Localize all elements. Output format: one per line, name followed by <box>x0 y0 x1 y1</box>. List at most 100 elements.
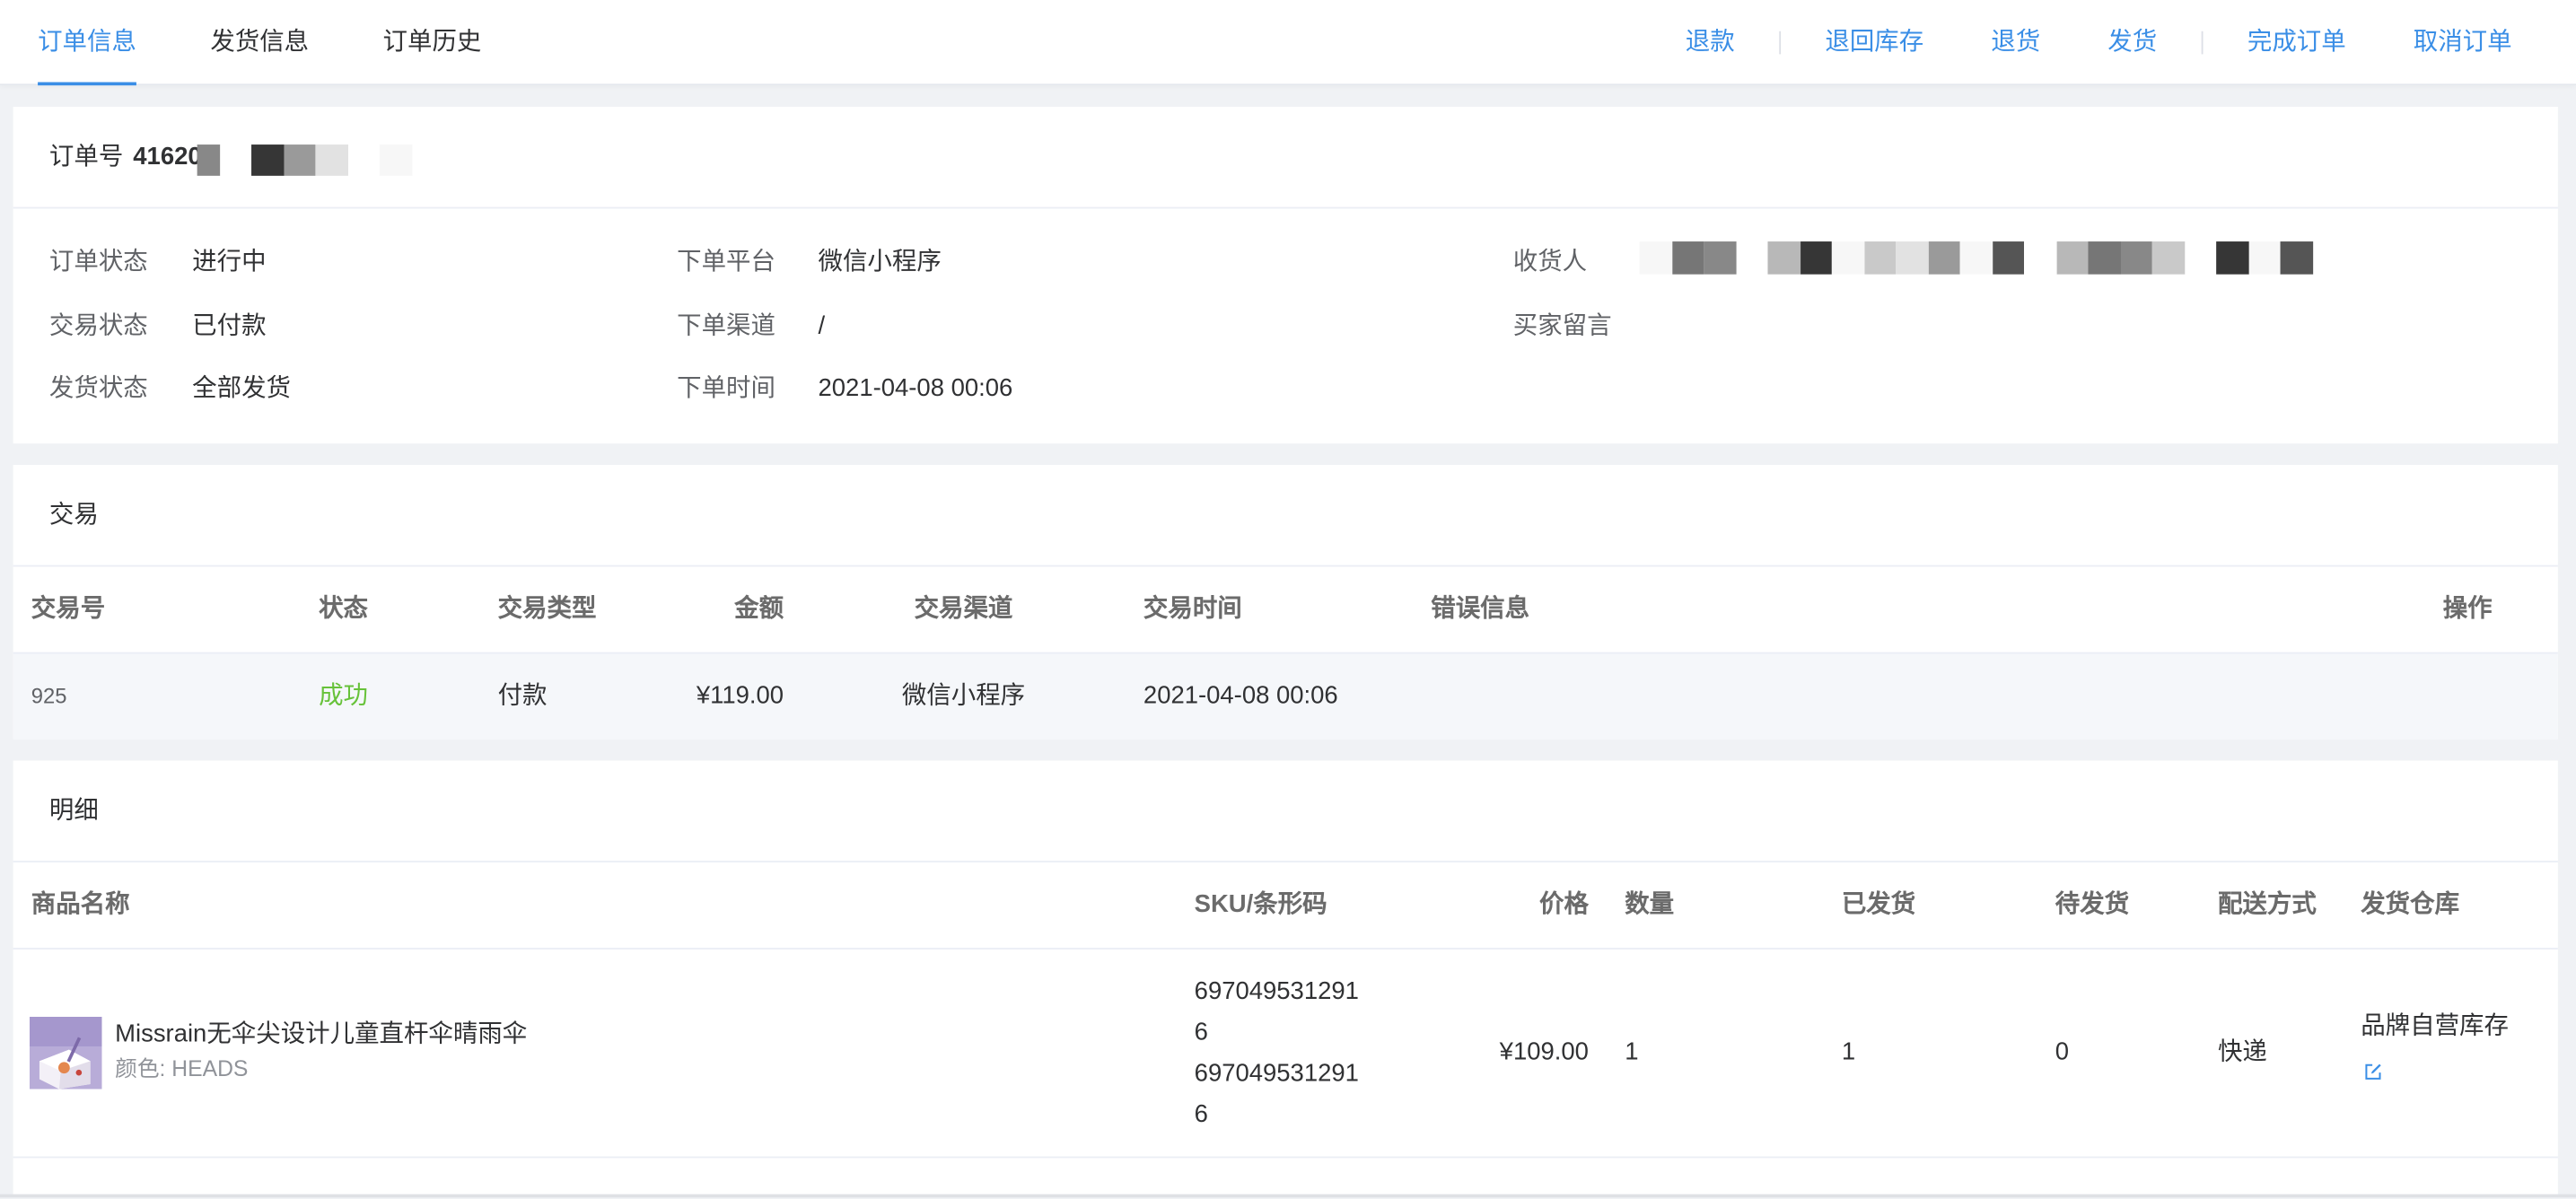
transaction-id: 925 <box>31 683 67 708</box>
product-spec: 颜色: HEADS <box>115 1055 249 1081</box>
receiver-redacted-mosaic <box>1639 241 2313 275</box>
column-header-time: 交易时间 <box>1143 594 1242 623</box>
tab-shipping-info[interactable]: 发货信息 <box>210 0 309 83</box>
mosaic-block <box>2247 241 2281 275</box>
mosaic-block <box>197 144 220 176</box>
order-time-label: 下单时间 <box>677 374 775 403</box>
mosaic-block <box>1800 241 1832 275</box>
mosaic-block <box>2055 241 2089 275</box>
tab-order-info[interactable]: 订单信息 <box>38 0 136 86</box>
order-time-row: 下单时间 2021-04-08 00:06 <box>677 358 1170 421</box>
shipping-status-value: 全部发货 <box>192 374 292 403</box>
order-number: 41620 <box>133 143 202 171</box>
order-channel-row: 下单渠道 / <box>677 295 1170 358</box>
order-status-column: 订单状态 进行中 交易状态 已付款 发货状态 全部发货 <box>49 232 542 421</box>
order-number-line: 订单号 41620 <box>49 107 202 207</box>
order-source-column: 下单平台 微信小程序 下单渠道 / 下单时间 2021-04-08 00:06 <box>677 232 1170 421</box>
details-header: 明细 <box>13 760 2558 862</box>
transaction-type: 付款 <box>497 681 548 710</box>
product-pending: 0 <box>2055 1037 2070 1066</box>
transaction-time: 2021-04-08 00:06 <box>1143 681 1338 710</box>
mosaic-block <box>2184 241 2217 275</box>
ship-button[interactable]: 发货 <box>2107 25 2157 58</box>
order-channel-value: / <box>818 311 826 339</box>
order-info-card: 订单号 41620 订单状态 进行中 交易状态 已付款 发货状态 全部发货 下单平… <box>13 106 2558 444</box>
status-badge: 成功 <box>319 681 369 710</box>
buyer-message-label: 买家留言 <box>1512 311 1612 339</box>
column-header-error: 错误信息 <box>1431 594 1530 623</box>
product-barcode: 6970495312916 <box>1194 1058 1359 1128</box>
column-header-delivery: 配送方式 <box>2217 890 2317 919</box>
column-header-status: 状态 <box>319 594 369 623</box>
mosaic-block <box>1959 241 1993 275</box>
column-header-pending: 待发货 <box>2055 890 2130 919</box>
receiver-row: 收货人 <box>1513 232 2335 294</box>
mosaic-block <box>1863 241 1897 275</box>
mosaic-block <box>219 144 252 176</box>
column-header-channel: 交易渠道 <box>914 594 1013 623</box>
product-shipped: 1 <box>1841 1037 1856 1066</box>
receiver-label: 收货人 <box>1512 248 1588 276</box>
transactions-title: 交易 <box>48 501 99 529</box>
order-actions: 退款 退回库存 退货 发货 完成订单 取消订单 <box>1686 0 2512 83</box>
cancel-order-button[interactable]: 取消订单 <box>2414 25 2512 58</box>
sku-barcode-cell: 6970495312916 6970495312916 <box>1195 970 1365 1134</box>
table-row: 925 成功 付款 ¥119.00 微信小程序 2021-04-08 00:06 <box>13 653 2558 740</box>
order-number-redacted-mosaic <box>197 144 412 176</box>
order-channel-label: 下单渠道 <box>677 311 775 339</box>
product-price: ¥109.00 <box>1499 1037 1589 1066</box>
payment-status-value: 已付款 <box>192 311 267 339</box>
column-header-type: 交易类型 <box>497 594 597 623</box>
mosaic-block <box>2120 241 2152 275</box>
edit-icon[interactable] <box>2364 1063 2382 1081</box>
order-status-value: 进行中 <box>192 248 267 276</box>
action-separator <box>1779 30 1781 54</box>
refund-button[interactable]: 退款 <box>1686 25 1735 58</box>
mosaic-block <box>251 144 284 176</box>
mosaic-block <box>1735 241 1768 275</box>
table-row: Missrain无伞尖设计儿童直杆伞晴雨伞 颜色: HEADS 69704953… <box>13 950 2558 1159</box>
buyer-message-row: 买家留言 <box>1513 295 2335 358</box>
mosaic-block <box>2023 241 2056 275</box>
order-platform-label: 下单平台 <box>677 248 775 276</box>
mosaic-block <box>1639 241 1672 275</box>
details-title: 明细 <box>48 796 99 825</box>
mosaic-block <box>2088 241 2121 275</box>
column-header-price: 价格 <box>1539 890 1589 919</box>
order-number-label: 订单号 <box>48 143 124 171</box>
payment-status-row: 交易状态 已付款 <box>49 295 542 358</box>
order-platform-row: 下单平台 微信小程序 <box>677 232 1170 294</box>
mosaic-block <box>1704 241 1736 275</box>
order-status-label: 订单状态 <box>48 248 148 276</box>
transaction-amount: ¥119.00 <box>696 681 784 710</box>
transactions-table-header: 交易号 状态 交易类型 金额 交易渠道 交易时间 错误信息 操作 <box>13 566 2558 654</box>
complete-order-button[interactable]: 完成订单 <box>2247 25 2346 58</box>
mosaic-block <box>1671 241 1704 275</box>
column-header-amount: 金额 <box>734 594 784 623</box>
tab-order-history[interactable]: 订单历史 <box>383 0 482 83</box>
order-status-row: 订单状态 进行中 <box>49 232 542 294</box>
details-card: 明细 商品名称 SKU/条形码 价格 数量 已发货 待发货 配送方式 发货仓库 <box>13 760 2558 1195</box>
delivery-method: 快递 <box>2217 1037 2267 1066</box>
column-header-warehouse: 发货仓库 <box>2361 890 2460 919</box>
mosaic-block <box>1927 241 1960 275</box>
column-header-shipped: 已发货 <box>1841 890 1916 919</box>
order-detail-page: 订单信息 发货信息 订单历史 退款 退回库存 退货 发货 完成订单 取消订单 订… <box>0 0 2576 1199</box>
mosaic-block <box>2216 241 2248 275</box>
column-header-product-name: 商品名称 <box>31 890 130 919</box>
product-name: Missrain无伞尖设计儿童直杆伞晴雨伞 <box>115 1020 528 1048</box>
mosaic-block <box>1831 241 1864 275</box>
details-table-header: 商品名称 SKU/条形码 价格 数量 已发货 待发货 配送方式 发货仓库 <box>13 862 2558 950</box>
column-header-sku: SKU/条形码 <box>1194 890 1327 919</box>
transactions-header: 交易 <box>13 465 2558 567</box>
transactions-card: 交易 交易号 状态 交易类型 金额 交易渠道 交易时间 错误信息 操作 925 … <box>13 464 2558 740</box>
return-to-stock-button[interactable]: 退回库存 <box>1825 25 1923 58</box>
mosaic-block <box>283 144 316 176</box>
transaction-channel: 微信小程序 <box>901 681 1026 710</box>
top-nav-bar: 订单信息 发货信息 订单历史 退款 退回库存 退货 发货 完成订单 取消订单 <box>0 0 2576 86</box>
return-goods-button[interactable]: 退货 <box>1991 25 2040 58</box>
umbrella-product-photo-icon[interactable] <box>29 1016 102 1090</box>
mosaic-block <box>2151 241 2185 275</box>
tab-bar: 订单信息 发货信息 订单历史 <box>38 0 482 86</box>
product-sku: 6970495312916 <box>1194 976 1359 1046</box>
